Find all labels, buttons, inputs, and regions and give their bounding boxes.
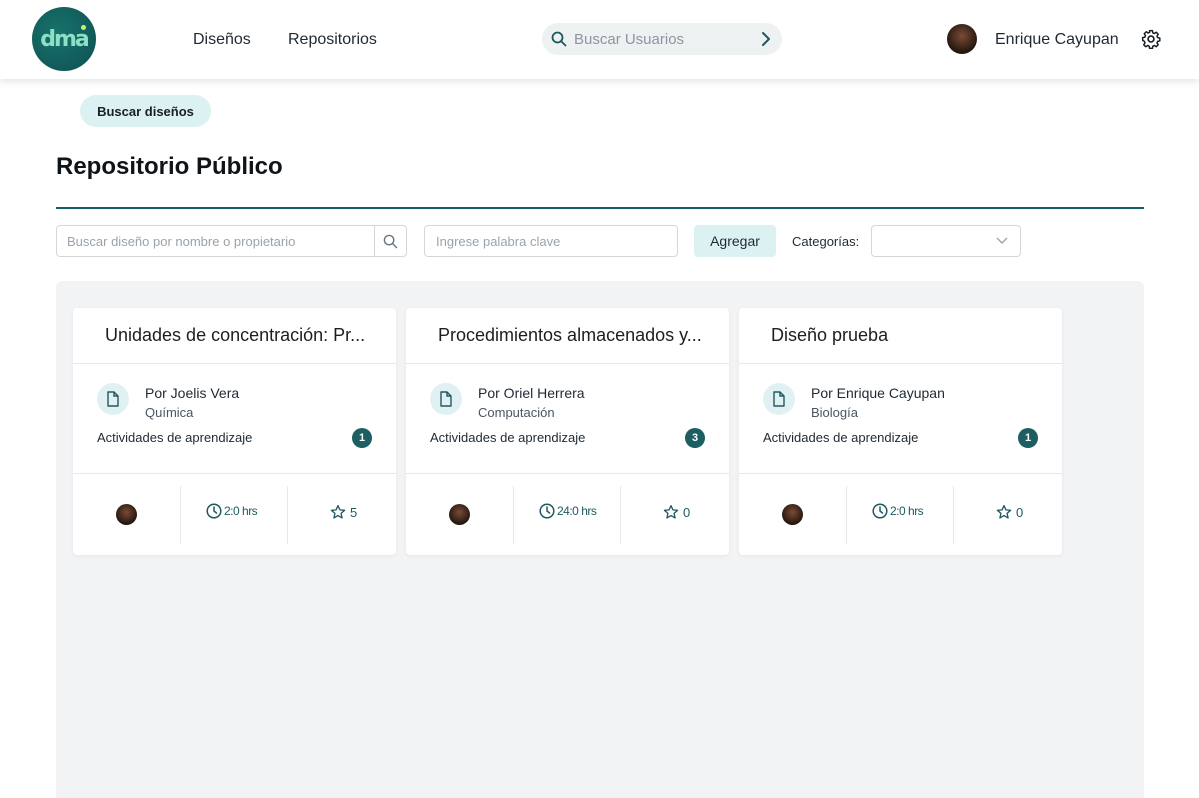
duration: 2:0 hrs bbox=[872, 503, 924, 519]
duration-text: 24:0 hrs bbox=[557, 504, 597, 518]
star-icon bbox=[996, 505, 1012, 519]
duration: 24:0 hrs bbox=[539, 503, 597, 519]
document-icon bbox=[430, 383, 462, 415]
keyword-field bbox=[424, 225, 678, 257]
clock-icon bbox=[872, 503, 888, 519]
categories-select[interactable] bbox=[871, 225, 1021, 257]
footer-divider bbox=[180, 486, 181, 544]
duration-text: 2:0 hrs bbox=[890, 504, 924, 518]
top-navbar: dma Diseños Repositorios Enrique Cayupan bbox=[0, 0, 1199, 79]
footer-divider bbox=[953, 486, 954, 544]
clock-icon bbox=[539, 503, 555, 519]
footer-divider bbox=[513, 486, 514, 544]
logo-text: dma bbox=[40, 26, 90, 52]
user-avatar[interactable] bbox=[947, 24, 977, 54]
nav-link-disenos[interactable]: Diseños bbox=[193, 31, 251, 49]
duration: 2:0 hrs bbox=[206, 503, 258, 519]
activities-count-badge: 3 bbox=[685, 428, 705, 448]
chevron-right-icon[interactable] bbox=[760, 31, 772, 47]
star-icon bbox=[330, 505, 346, 519]
document-icon bbox=[97, 383, 129, 415]
add-keyword-button[interactable]: Agregar bbox=[694, 225, 776, 257]
activities-label: Actividades de aprendizaje bbox=[430, 430, 586, 445]
owner-avatar[interactable] bbox=[449, 504, 470, 525]
design-card-title[interactable]: Procedimientos almacenados y... bbox=[438, 325, 708, 346]
footer-divider bbox=[287, 486, 288, 544]
card-divider bbox=[406, 473, 729, 474]
design-card[interactable]: Diseño prueba Por Enrique Cayupan Biolog… bbox=[739, 308, 1062, 555]
design-category: Biología bbox=[811, 405, 858, 420]
search-icon bbox=[551, 31, 567, 47]
clock-icon bbox=[206, 503, 222, 519]
title-divider bbox=[56, 207, 1144, 209]
rating[interactable]: 0 bbox=[663, 504, 690, 520]
card-divider bbox=[406, 363, 729, 364]
design-card[interactable]: Procedimientos almacenados y... Por Orie… bbox=[406, 308, 729, 555]
document-icon bbox=[763, 383, 795, 415]
categories-label: Categorías: bbox=[792, 234, 860, 249]
user-name[interactable]: Enrique Cayupan bbox=[995, 31, 1119, 49]
card-divider bbox=[739, 473, 1062, 474]
activities-count-badge: 1 bbox=[352, 428, 372, 448]
user-search-bar bbox=[542, 23, 782, 55]
design-search-button[interactable] bbox=[374, 226, 406, 256]
star-count: 0 bbox=[683, 504, 691, 520]
rating[interactable]: 5 bbox=[330, 504, 357, 520]
star-icon bbox=[663, 505, 679, 519]
design-card-title[interactable]: Diseño prueba bbox=[771, 325, 1041, 346]
star-count: 5 bbox=[350, 504, 358, 520]
search-icon bbox=[383, 234, 398, 248]
activities-count-badge: 1 bbox=[1018, 428, 1038, 448]
star-count: 0 bbox=[1016, 504, 1024, 520]
search-designs-button[interactable]: Buscar diseños bbox=[80, 95, 211, 127]
chevron-down-icon bbox=[996, 237, 1008, 244]
logo-dot bbox=[81, 25, 86, 30]
keyword-input[interactable] bbox=[436, 226, 671, 256]
card-divider bbox=[739, 363, 1062, 364]
user-search-input[interactable] bbox=[574, 23, 754, 55]
card-divider bbox=[73, 473, 396, 474]
nav-link-repositorios[interactable]: Repositorios bbox=[288, 31, 377, 49]
activities-label: Actividades de aprendizaje bbox=[763, 430, 919, 445]
card-divider bbox=[73, 363, 396, 364]
design-owner: Por Oriel Herrera bbox=[478, 385, 585, 401]
design-owner: Por Joelis Vera bbox=[145, 385, 240, 401]
activities-label: Actividades de aprendizaje bbox=[97, 430, 253, 445]
footer-divider bbox=[620, 486, 621, 544]
rating[interactable]: 0 bbox=[996, 504, 1023, 520]
page-title: Repositorio Público bbox=[56, 153, 283, 180]
gear-icon[interactable] bbox=[1141, 29, 1161, 49]
owner-avatar[interactable] bbox=[116, 504, 137, 525]
design-category: Química bbox=[145, 405, 194, 420]
design-search-input[interactable] bbox=[67, 226, 372, 256]
footer-divider bbox=[846, 486, 847, 544]
app-logo[interactable]: dma bbox=[32, 7, 96, 71]
owner-avatar[interactable] bbox=[782, 504, 803, 525]
duration-text: 2:0 hrs bbox=[224, 504, 258, 518]
design-category: Computación bbox=[478, 405, 555, 420]
design-card-title[interactable]: Unidades de concentración: Pr... bbox=[105, 325, 375, 346]
design-card[interactable]: Unidades de concentración: Pr... Por Joe… bbox=[73, 308, 396, 555]
design-search-field bbox=[56, 225, 407, 257]
design-owner: Por Enrique Cayupan bbox=[811, 385, 945, 401]
